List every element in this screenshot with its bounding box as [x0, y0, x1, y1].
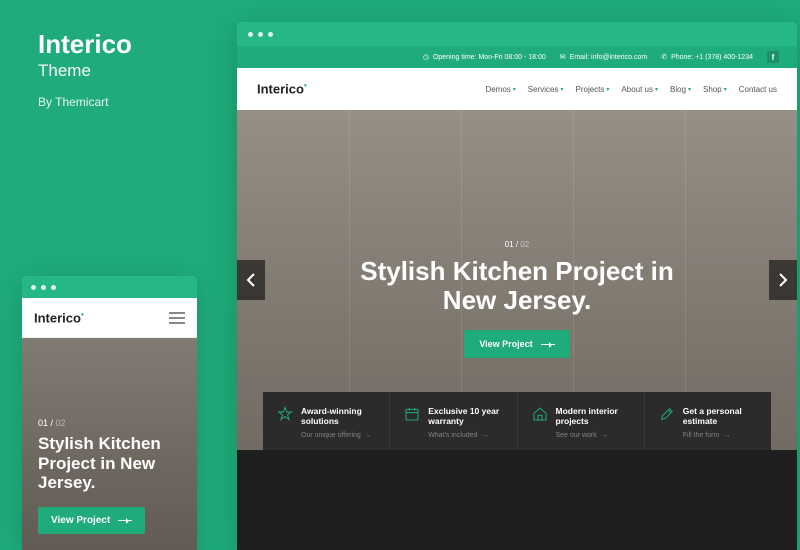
window-controls — [237, 22, 797, 46]
mail-icon: ✉ — [560, 53, 566, 61]
footer-section — [237, 450, 797, 550]
window-controls — [22, 276, 197, 298]
arrow-right-icon: → — [723, 432, 730, 439]
nav-projects[interactable]: Projects▾ — [576, 85, 610, 94]
star-icon — [277, 406, 293, 422]
feature-card[interactable]: Award-winning solutions Our unique offer… — [263, 392, 390, 450]
feature-title: Exclusive 10 year warranty — [428, 406, 502, 426]
arrow-right-icon: → — [365, 432, 372, 439]
nav-demos[interactable]: Demos▾ — [485, 85, 515, 94]
window-dot — [268, 32, 273, 37]
promo-panel: Interico Theme By Themicart — [38, 30, 198, 109]
nav-about[interactable]: About us▾ — [621, 85, 658, 94]
pencil-icon — [659, 406, 675, 422]
view-project-button[interactable]: View Project — [38, 507, 145, 534]
feature-cards: Award-winning solutions Our unique offer… — [263, 392, 771, 450]
feature-title: Award-winning solutions — [301, 406, 375, 426]
desktop-preview: ◷ Opening time: Mon-Fri 08:00 - 18:00 ✉ … — [237, 22, 797, 550]
chevron-down-icon: ▾ — [655, 86, 658, 93]
promo-title: Interico — [38, 30, 198, 59]
slide-pager: 01 / 02 — [38, 418, 181, 428]
mobile-header: Interico• — [22, 298, 197, 338]
chevron-down-icon: ▾ — [560, 86, 563, 93]
slide-pager: 01 / 02 — [237, 240, 797, 249]
chevron-down-icon: ▾ — [724, 86, 727, 93]
chevron-down-icon: ▾ — [606, 86, 609, 93]
hero-headline: Stylish Kitchen Project in New Jersey. — [38, 434, 181, 493]
facebook-icon[interactable]: f — [767, 51, 779, 63]
feature-card[interactable]: Exclusive 10 year warranty What's includ… — [390, 392, 517, 450]
clock-icon: ◷ — [423, 53, 429, 61]
hero-section: 01 / 02 Stylish Kitchen Project inNew Je… — [237, 110, 797, 450]
arrow-right-icon: → — [481, 432, 488, 439]
window-dot — [258, 32, 263, 37]
logo[interactable]: Interico• — [34, 310, 84, 325]
window-dot — [31, 285, 36, 290]
promo-byline: By Themicart — [38, 95, 198, 109]
window-dot — [41, 285, 46, 290]
window-dot — [51, 285, 56, 290]
nav-blog[interactable]: Blog▾ — [670, 85, 691, 94]
main-nav: Interico• Demos▾ Services▾ Projects▾ Abo… — [237, 68, 797, 110]
hero-content: 01 / 02 Stylish Kitchen Project inNew Je… — [237, 240, 797, 358]
chevron-down-icon: ▾ — [513, 86, 516, 93]
arrow-right-icon: → — [601, 432, 608, 439]
phone-icon: ✆ — [661, 53, 667, 61]
mobile-hero: 01 / 02 Stylish Kitchen Project in New J… — [22, 338, 197, 550]
feature-link[interactable]: Fill the form→ — [683, 432, 757, 439]
promo-subtitle: Theme — [38, 61, 198, 81]
window-dot — [248, 32, 253, 37]
phone-info[interactable]: ✆ Phone: +1 (378) 400-1234 — [661, 53, 753, 61]
logo[interactable]: Interico• — [257, 81, 307, 96]
feature-link[interactable]: See our work→ — [556, 432, 630, 439]
nav-services[interactable]: Services▾ — [528, 85, 564, 94]
house-icon — [532, 406, 548, 422]
mobile-preview: Interico• 01 / 02 Stylish Kitchen Projec… — [22, 276, 197, 550]
nav-contact[interactable]: Contact us — [739, 85, 777, 94]
calendar-icon — [404, 406, 420, 422]
hamburger-icon[interactable] — [169, 312, 185, 324]
email-info[interactable]: ✉ Email: info@interico.com — [560, 53, 647, 61]
top-bar: ◷ Opening time: Mon-Fri 08:00 - 18:00 ✉ … — [237, 46, 797, 68]
view-project-button[interactable]: View Project — [464, 330, 569, 358]
feature-card[interactable]: Get a personal estimate Fill the form→ — [645, 392, 771, 450]
chevron-down-icon: ▾ — [688, 86, 691, 93]
nav-shop[interactable]: Shop▾ — [703, 85, 727, 94]
feature-title: Get a personal estimate — [683, 406, 757, 426]
feature-card[interactable]: Modern interior projects See our work→ — [518, 392, 645, 450]
feature-link[interactable]: Our unique offering→ — [301, 432, 375, 439]
feature-title: Modern interior projects — [556, 406, 630, 426]
arrow-right-icon — [541, 344, 555, 345]
hero-headline: Stylish Kitchen Project inNew Jersey. — [237, 257, 797, 314]
hours-info: ◷ Opening time: Mon-Fri 08:00 - 18:00 — [423, 53, 546, 61]
arrow-right-icon — [118, 520, 132, 521]
nav-links: Demos▾ Services▾ Projects▾ About us▾ Blo… — [485, 85, 777, 94]
feature-link[interactable]: What's included→ — [428, 432, 502, 439]
